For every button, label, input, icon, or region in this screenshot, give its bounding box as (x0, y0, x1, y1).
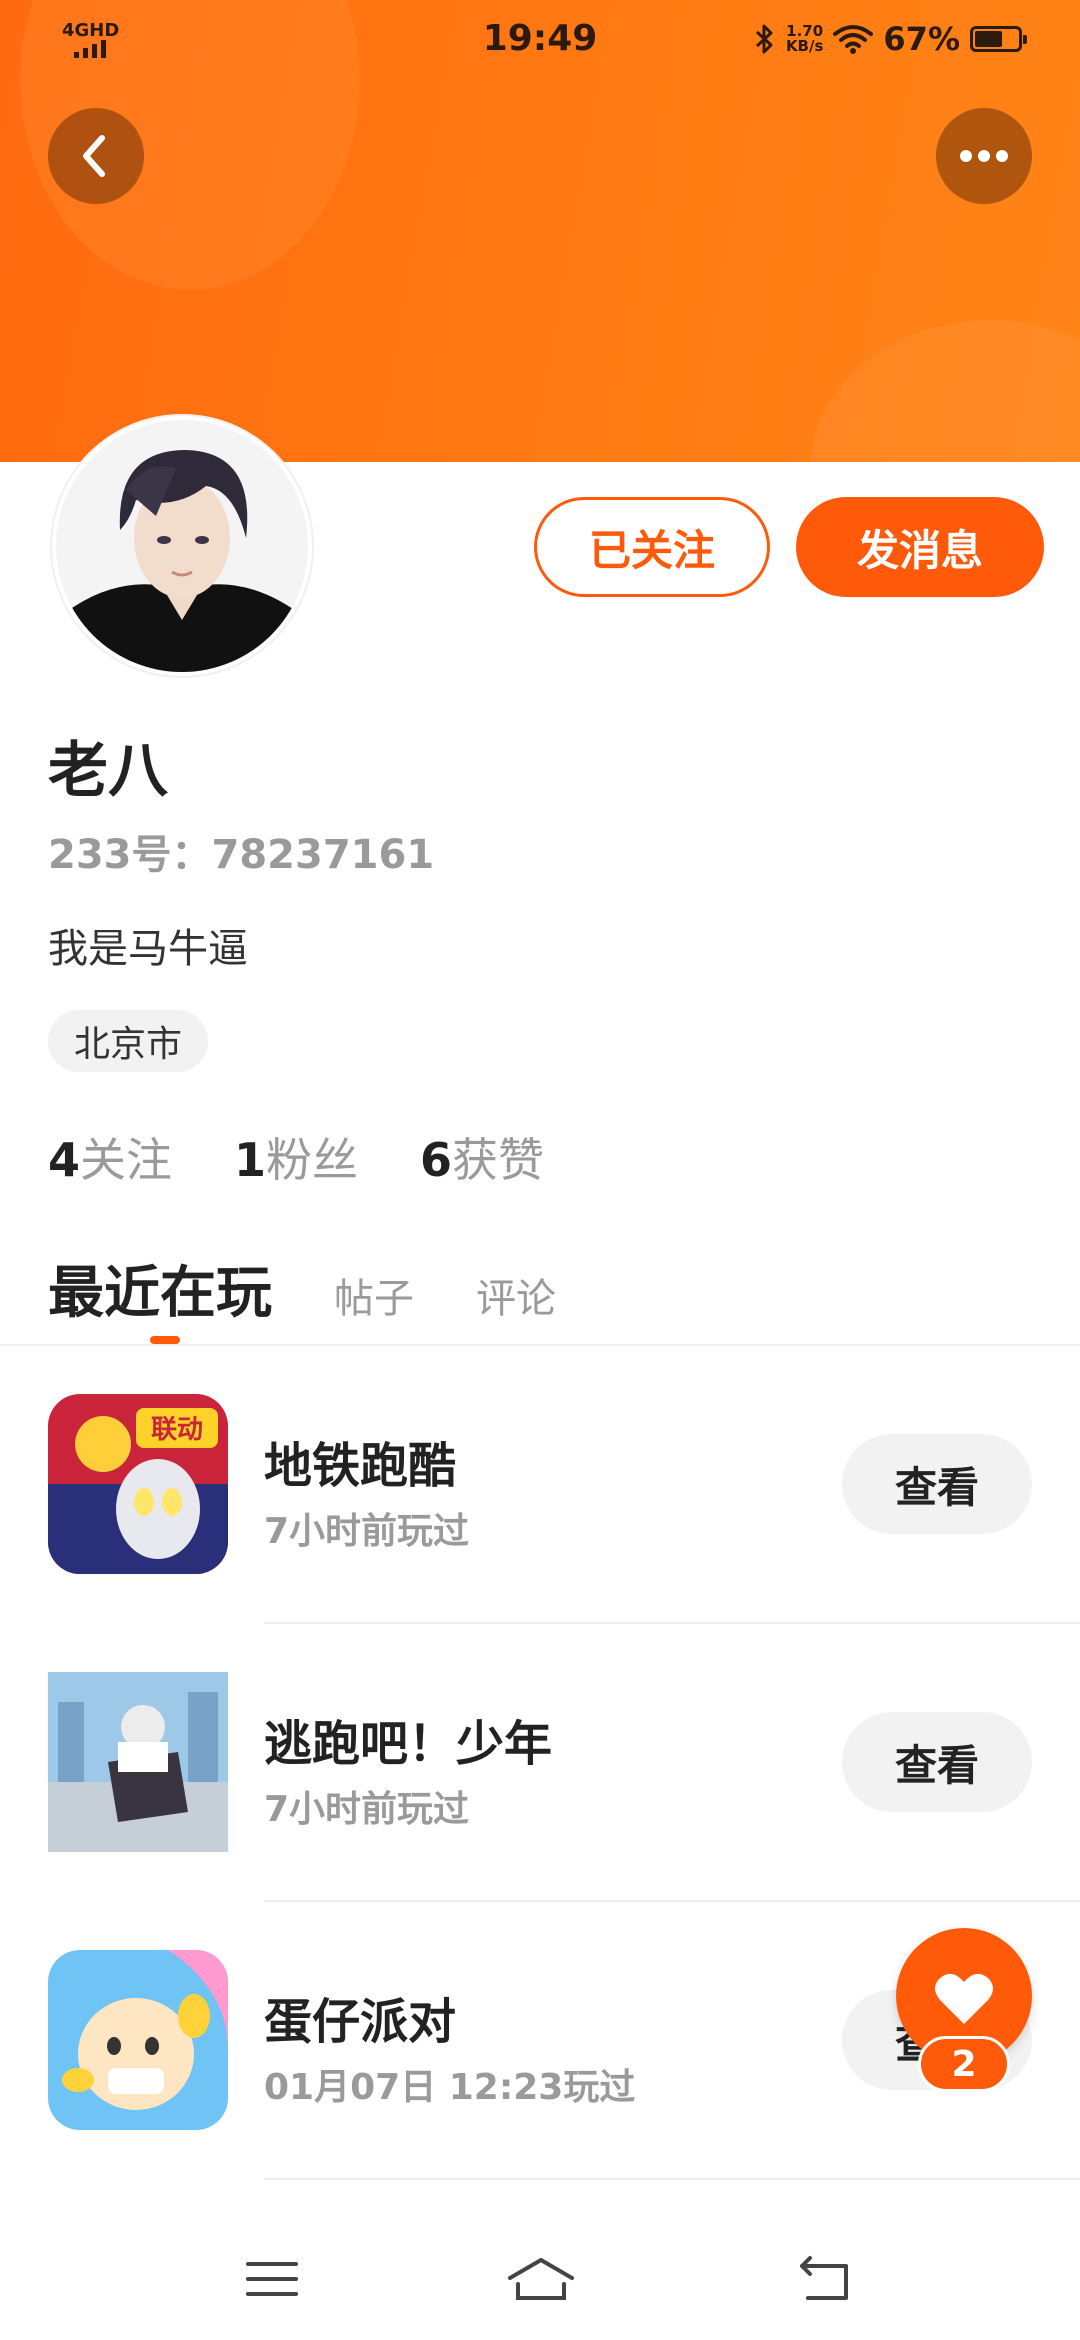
user-id: 233号：78237161 (48, 832, 435, 878)
active-tab-indicator (150, 1336, 180, 1344)
battery-percent: 67% (883, 20, 960, 58)
game-name: 蛋仔派对 (264, 1994, 457, 2050)
bluetooth-icon (755, 24, 773, 54)
back-button[interactable] (48, 108, 144, 204)
stat-label: 关注 (80, 1133, 173, 1187)
game-last-played: 7小时前玩过 (264, 1511, 470, 1552)
divider (264, 1900, 1080, 1902)
stat-likes[interactable]: 6获赞 (420, 1124, 544, 1190)
stat-fans[interactable]: 1粉丝 (234, 1124, 358, 1190)
system-nav-bar (0, 2220, 1080, 2340)
stat-number: 1 (234, 1133, 267, 1187)
stat-number: 4 (48, 1133, 81, 1187)
home-icon[interactable] (506, 2254, 576, 2304)
status-right: 1.70 KB/s 67% (754, 20, 1027, 58)
tab-recently-played[interactable]: 最近在玩 (48, 1248, 272, 1329)
profile-stats: 4关注 1粉丝 6获赞 (48, 1124, 544, 1190)
tab-posts[interactable]: 帖子 (334, 1266, 414, 1324)
speed-unit: KB/s (785, 37, 824, 55)
game-icon-subway-surfers: 联动 (48, 1394, 228, 1574)
game-name: 地铁跑酷 (264, 1438, 457, 1494)
location-badge: 北京市 (48, 1010, 209, 1072)
stat-number: 6 (420, 1133, 453, 1187)
avatar-image (56, 420, 308, 672)
game-icon-eggy-party (48, 1950, 228, 2130)
send-message-button[interactable]: 发消息 (796, 497, 1044, 597)
game-icon-escape-boy (48, 1672, 228, 1852)
profile-tabs: 最近在玩 帖子 评论 (48, 1248, 556, 1329)
stat-following[interactable]: 4关注 (48, 1124, 172, 1190)
more-button[interactable] (936, 108, 1032, 204)
game-icon-label: 联动 (151, 1415, 203, 1445)
divider (264, 2178, 1080, 2180)
battery-fill (975, 31, 1002, 47)
list-item[interactable]: 联动 地铁跑酷 7小时前玩过 查看 (0, 1394, 1080, 1672)
stat-label: 获赞 (452, 1133, 545, 1187)
view-button[interactable]: 查看 (842, 1712, 1032, 1812)
stat-label: 粉丝 (266, 1133, 359, 1187)
game-name: 逃跑吧！少年 (264, 1716, 553, 1772)
user-bio: 我是马牛逼 (48, 926, 248, 972)
user-name: 老八 (48, 736, 168, 806)
menu-icon[interactable] (242, 2254, 302, 2304)
chevron-left-icon (83, 135, 105, 177)
tab-comments[interactable]: 评论 (476, 1266, 556, 1324)
more-dots-icon (960, 150, 1008, 162)
return-icon[interactable] (796, 2254, 856, 2304)
avatar[interactable] (52, 416, 312, 676)
network-speed: 1.70 KB/s (786, 24, 823, 54)
game-last-played: 01月07日 12:23玩过 (264, 2067, 636, 2108)
game-last-played: 7小时前玩过 (264, 1789, 470, 1830)
view-button[interactable]: 查看 (842, 1434, 1032, 1534)
list-item[interactable]: 逃跑吧！少年 7小时前玩过 查看 (0, 1672, 1080, 1950)
following-button[interactable]: 已关注 (534, 497, 770, 597)
divider (264, 1622, 1080, 1624)
wifi-icon (833, 25, 874, 54)
banner-decoration (810, 320, 1080, 462)
status-bar: 4GHD 19:49 1.70 KB/s 67% (0, 0, 1080, 84)
like-count-badge: 2 (918, 2036, 1010, 2092)
battery-icon (970, 26, 1027, 52)
divider (0, 1344, 1080, 1346)
